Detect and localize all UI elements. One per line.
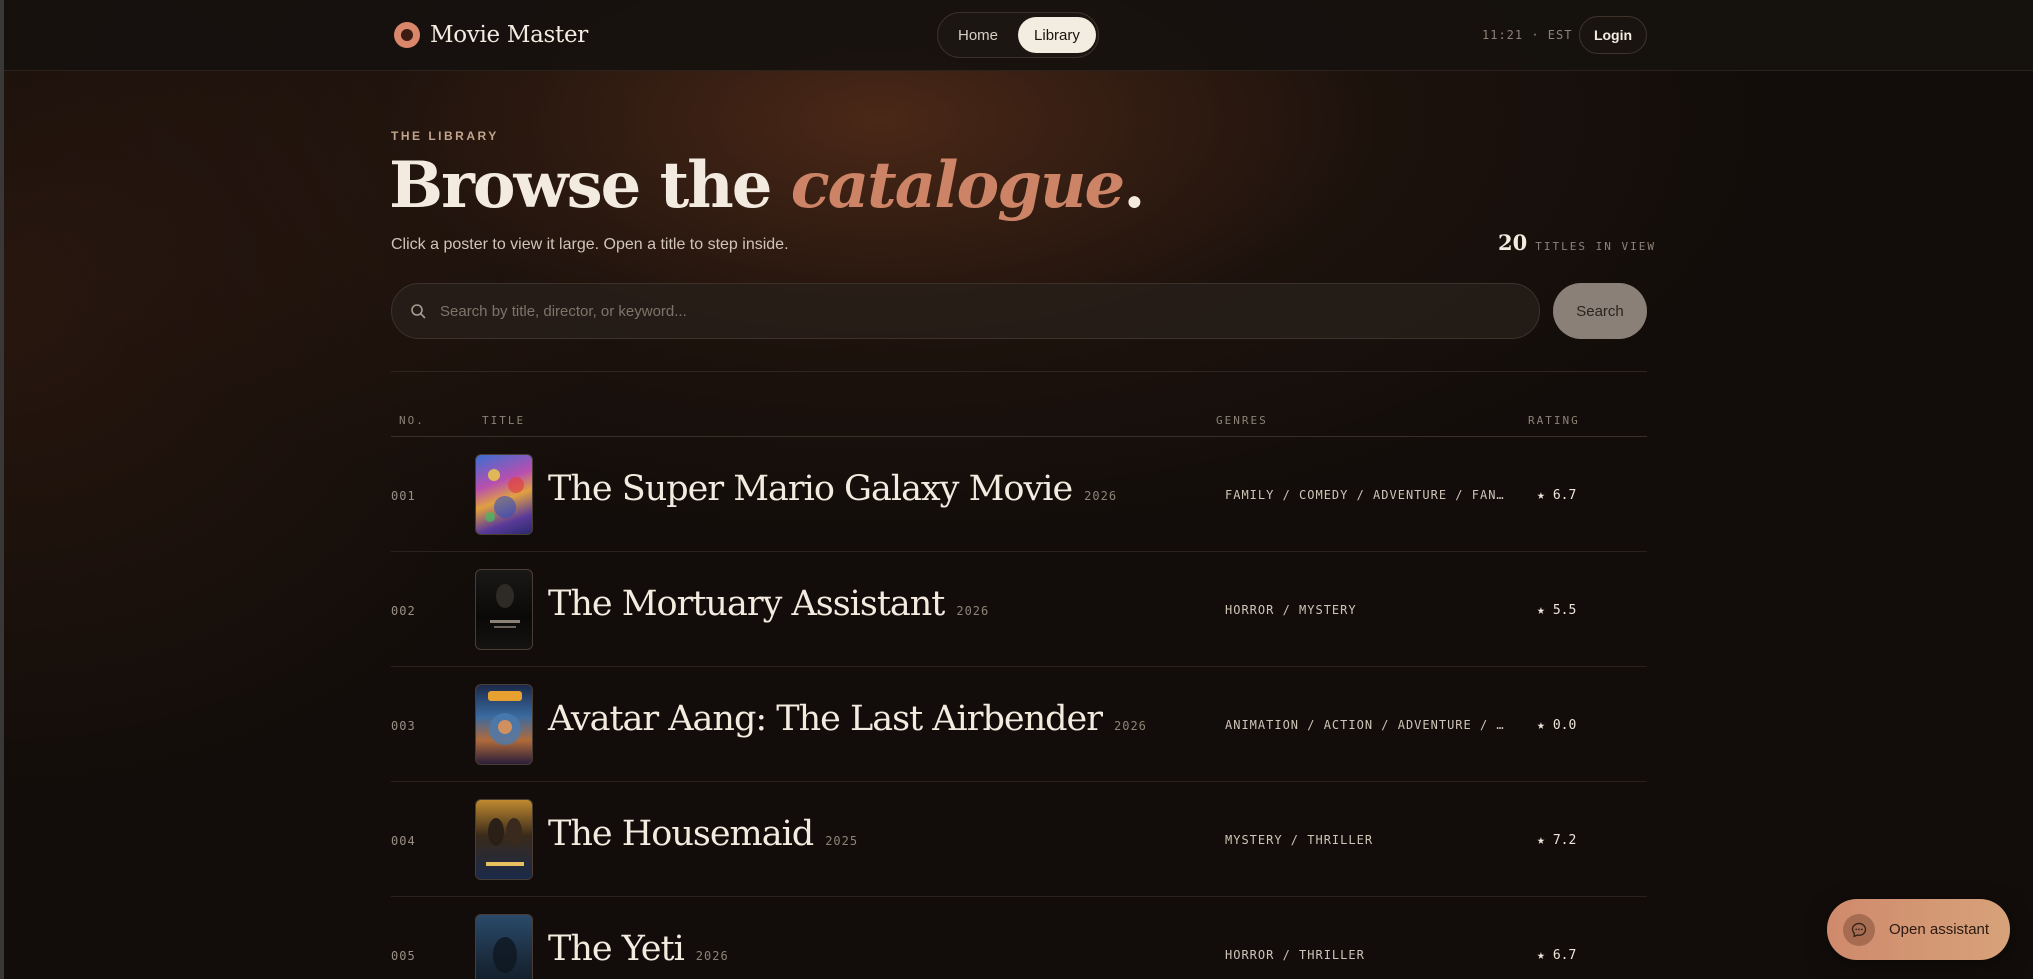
search-button[interactable]: Search (1553, 283, 1647, 339)
open-assistant-label: Open assistant (1889, 921, 1990, 938)
poster-art-icon (493, 937, 517, 973)
movie-year: 2026 (1084, 489, 1118, 503)
login-button[interactable]: Login (1579, 16, 1647, 54)
row-number: 002 (391, 604, 416, 618)
page-subtitle: Click a poster to view it large. Open a … (391, 236, 789, 253)
row-number: 003 (391, 719, 416, 733)
window-edge (0, 0, 4, 979)
column-header-title[interactable]: TITLE (482, 414, 525, 427)
section-eyebrow: THE LIBRARY (391, 129, 499, 143)
movie-genres: HORROR / MYSTERY (1225, 603, 1357, 617)
movie-title-link[interactable]: The Super Mario Galaxy Movie 2026 (548, 469, 1117, 509)
search-box[interactable] (391, 283, 1540, 339)
poster-thumbnail[interactable] (475, 799, 533, 880)
page-title-accent: catalogue (790, 148, 1125, 223)
search-icon (411, 304, 426, 319)
poster-thumbnail[interactable] (475, 569, 533, 650)
poster-thumbnail[interactable] (475, 914, 533, 979)
table-row[interactable]: 003 Avatar Aang: The Last Airbender 2026… (391, 667, 1647, 782)
column-header-genres[interactable]: GENRES (1216, 414, 1268, 427)
row-number: 001 (391, 489, 416, 503)
star-icon: ★ (1537, 718, 1545, 733)
page-title-suffix: . (1123, 148, 1145, 223)
movie-title: Avatar Aang: The Last Airbender (548, 699, 1103, 739)
poster-thumbnail[interactable] (475, 684, 533, 765)
row-number: 004 (391, 834, 416, 848)
movie-genres: FAMILY / COMEDY / ADVENTURE / FANTASY / … (1225, 488, 1511, 502)
clock: 11:21 · EST (1482, 28, 1573, 42)
movie-genres: HORROR / THRILLER (1225, 948, 1365, 962)
movie-rating: ★ 5.5 (1537, 603, 1576, 618)
titles-count: 20 TITLES IN VIEW (1498, 230, 1656, 255)
poster-art-icon (488, 691, 522, 745)
star-icon: ★ (1537, 603, 1545, 618)
page-title: Browse the catalogue. (389, 148, 1145, 223)
movie-title: The Housemaid (548, 814, 814, 854)
row-number: 005 (391, 949, 416, 963)
poster-art-icon (485, 469, 524, 522)
movie-genres: ANIMATION / ACTION / ADVENTURE / FANTASY (1225, 718, 1511, 732)
rating-value: 6.7 (1552, 488, 1577, 503)
open-assistant-button[interactable]: Open assistant (1827, 899, 2010, 960)
titles-count-label: TITLES IN VIEW (1535, 240, 1656, 253)
column-header-no[interactable]: NO. (399, 414, 425, 427)
titles-count-number: 20 (1498, 230, 1528, 255)
brand-name: Movie Master (430, 22, 588, 48)
brand-logo[interactable]: Movie Master (394, 22, 588, 48)
poster-art-icon (486, 818, 524, 866)
search-input[interactable] (440, 302, 1539, 320)
rating-value: 7.2 (1552, 833, 1577, 848)
column-header-rating[interactable]: RATING (1528, 414, 1580, 427)
star-icon: ★ (1537, 488, 1545, 503)
rating-value: 5.5 (1552, 603, 1577, 618)
rating-value: 0.0 (1552, 718, 1577, 733)
movie-year: 2026 (695, 949, 729, 963)
movie-genres: MYSTERY / THRILLER (1225, 833, 1374, 847)
movie-title-link[interactable]: The Housemaid 2025 (548, 814, 858, 854)
nav-library[interactable]: Library (1018, 17, 1096, 53)
movie-title: The Yeti (548, 929, 685, 969)
movie-title-link[interactable]: The Mortuary Assistant 2026 (548, 584, 989, 624)
poster-thumbnail[interactable] (475, 454, 533, 535)
movie-title: The Mortuary Assistant (548, 584, 945, 624)
page-title-prefix: Browse the (389, 148, 791, 223)
star-icon: ★ (1537, 833, 1545, 848)
movie-rating: ★ 0.0 (1537, 718, 1576, 733)
movie-year: 2026 (1114, 719, 1147, 733)
poster-art-icon (490, 584, 520, 628)
movie-rating: ★ 6.7 (1537, 948, 1576, 963)
movie-title-link[interactable]: The Yeti 2026 (548, 929, 729, 969)
movie-year: 2026 (956, 604, 990, 618)
movie-rating: ★ 6.7 (1537, 488, 1576, 503)
rating-value: 6.7 (1552, 948, 1577, 963)
table-row[interactable]: 002 The Mortuary Assistant 2026 HORROR /… (391, 552, 1647, 667)
brand-mark-icon (394, 22, 420, 48)
table-row[interactable]: 001 The Super Mario Galaxy Movie 2026 FA… (391, 437, 1647, 552)
movie-year: 2025 (825, 834, 859, 848)
chat-bubble-icon (1843, 913, 1875, 946)
movie-title-link[interactable]: Avatar Aang: The Last Airbender 2026 (548, 699, 1147, 739)
table-row[interactable]: 005 The Yeti 2026 HORROR / THRILLER ★ 6.7 (391, 897, 1647, 979)
main-nav: Home Library (937, 12, 1099, 58)
table-row[interactable]: 004 The Housemaid 2025 MYSTERY / THRILLE… (391, 782, 1647, 897)
nav-home[interactable]: Home (942, 17, 1014, 53)
movie-title: The Super Mario Galaxy Movie (548, 469, 1073, 509)
star-icon: ★ (1537, 948, 1545, 963)
movie-rating: ★ 7.2 (1537, 833, 1576, 848)
section-divider (391, 371, 1647, 372)
